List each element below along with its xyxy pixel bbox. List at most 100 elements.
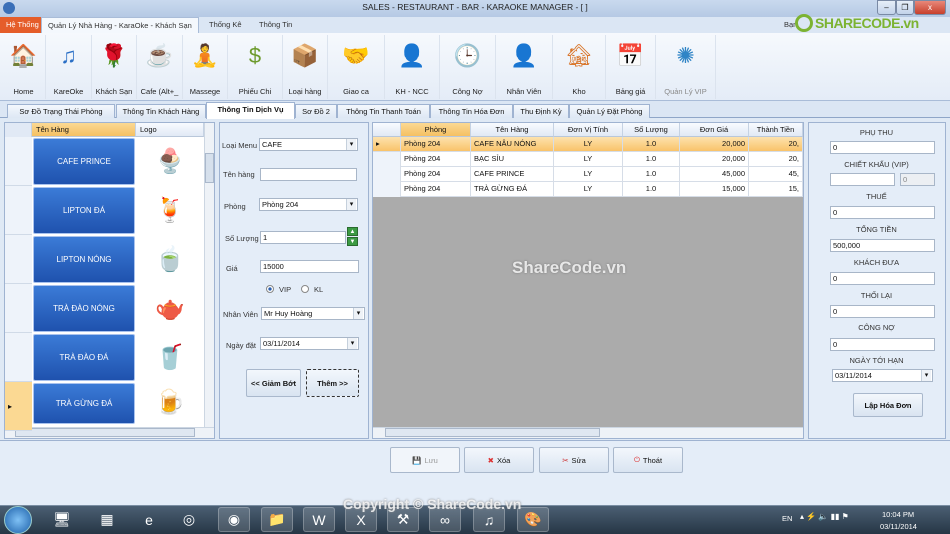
ribbon-button-c-ng-n-[interactable]: 🕒 Công Nợ bbox=[440, 35, 496, 99]
page-tab[interactable]: Thông Tin Thanh Toán bbox=[337, 104, 430, 118]
radio-kl[interactable] bbox=[301, 285, 309, 293]
menu-item-button[interactable]: CAFE PRINCE bbox=[33, 138, 135, 185]
page-tab[interactable]: Thông Tin Khách Hàng bbox=[116, 104, 206, 118]
ribbon-button-massege[interactable]: 🧘 Massege bbox=[183, 35, 228, 99]
clock-time[interactable]: 10:04 PM bbox=[882, 510, 914, 519]
app-icon[interactable] bbox=[3, 2, 15, 14]
column-header[interactable]: Đơn Vị Tính bbox=[554, 123, 623, 137]
them-button[interactable]: Thêm >> bbox=[306, 369, 359, 397]
page-tab[interactable]: Sơ Đồ Trạng Thái Phòng bbox=[7, 104, 115, 118]
menu-tab-management[interactable]: Quản Lý Nhà Hàng - KaraOke - Khách Sạn bbox=[41, 17, 199, 34]
menu-tab-info[interactable]: Thông Tin bbox=[253, 17, 298, 34]
menu-grid-vscrollbar[interactable] bbox=[204, 123, 214, 427]
taskbar-visual-studio-icon[interactable]: ∞ bbox=[429, 507, 461, 532]
clock-date[interactable]: 03/11/2014 bbox=[880, 522, 917, 531]
ngay-dat-datepicker[interactable]: 03/11/2014 bbox=[260, 337, 359, 350]
page-tab[interactable]: Thông Tin Hóa Đơn bbox=[430, 104, 513, 118]
order-row[interactable]: ▸ Phòng 204 CAFE NÂU NÓNG LY 1.0 20,000 20, bbox=[373, 137, 803, 152]
thoi-lai-input[interactable]: 0 bbox=[830, 305, 935, 318]
column-header[interactable]: Đơn Giá bbox=[680, 123, 749, 137]
column-header-ten-hang[interactable]: Tên Hàng bbox=[32, 123, 136, 137]
menu-tab-statistics[interactable]: Thống Kê bbox=[203, 17, 248, 34]
taskbar-excel-icon[interactable]: X bbox=[345, 507, 377, 532]
save-button[interactable]: 💾 Lưu bbox=[390, 447, 460, 473]
edit-button[interactable]: ✂ Sửa bbox=[539, 447, 609, 473]
ribbon-button-phi-u-chi[interactable]: $ Phiếu Chi bbox=[228, 35, 283, 99]
ribbon-button-kareoke[interactable]: ♫ KareOke bbox=[46, 35, 92, 99]
ribbon-button-home[interactable]: 🏠 Home bbox=[2, 35, 46, 99]
ribbon-button-cafe-alt-[interactable]: ☕ Cafe (Alt+_ bbox=[137, 35, 183, 99]
taskbar-word-icon[interactable]: W bbox=[303, 507, 335, 532]
quantity-up-button[interactable]: ▲ bbox=[347, 227, 358, 236]
ngay-toi-han-datepicker[interactable]: 03/11/2014 bbox=[832, 369, 933, 382]
order-row[interactable]: Phòng 204 BẠC SỈU LY 1.0 20,000 20, bbox=[373, 152, 803, 167]
loai-menu-select[interactable]: CAFE bbox=[259, 138, 358, 151]
menu-item-button[interactable]: TRÀ ĐÀO NÓNG bbox=[33, 285, 135, 332]
row-header[interactable] bbox=[5, 235, 32, 284]
page-tab[interactable]: Thông Tin Dịch Vụ bbox=[206, 102, 295, 119]
taskbar-tools-icon[interactable]: ⚒ bbox=[387, 507, 419, 532]
taskbar-paint-icon[interactable]: 🎨 bbox=[517, 507, 549, 532]
tray-icons[interactable]: ▴ ⚡ 🔈 ▮▮ ⚑ bbox=[800, 512, 849, 521]
taskbar-coccoc-icon[interactable]: ◎ bbox=[173, 507, 205, 532]
page-tab[interactable]: Sơ Đồ 2 bbox=[295, 104, 337, 118]
order-row[interactable]: Phòng 204 CAFE PRINCE LY 1.0 45,000 45, bbox=[373, 167, 803, 182]
taskbar-unikey-icon[interactable]: ▦ bbox=[91, 507, 123, 532]
column-header[interactable]: Tên Hàng bbox=[471, 123, 554, 137]
row-header[interactable] bbox=[5, 284, 32, 333]
row-header[interactable] bbox=[5, 333, 32, 382]
taskbar-file-explorer-icon[interactable]: 📁 bbox=[261, 507, 293, 532]
page-tab[interactable]: Thu Định Kỳ bbox=[513, 104, 569, 118]
column-header[interactable]: Phòng bbox=[401, 123, 471, 137]
ten-hang-input[interactable] bbox=[260, 168, 357, 181]
taskbar-itunes-icon[interactable]: ♫ bbox=[473, 507, 505, 532]
taskbar-internet-explorer-icon[interactable]: e bbox=[133, 507, 165, 532]
menu-item-button[interactable]: LIPTON ĐÁ bbox=[33, 187, 135, 234]
row-header[interactable] bbox=[373, 152, 401, 167]
language-indicator[interactable]: EN bbox=[782, 514, 792, 523]
nhan-vien-select[interactable]: Mr Huy Hoàng bbox=[261, 307, 365, 320]
phu-thu-input[interactable]: 0 bbox=[830, 141, 935, 154]
ribbon-button-kh-ch-s-n[interactable]: 🌹 Khách Sạn bbox=[92, 35, 137, 99]
ribbon-button-b-ng-gi-[interactable]: 📅 Bảng giá bbox=[606, 35, 656, 99]
ribbon-button-lo-i-h-ng[interactable]: 📦 Loại hàng bbox=[283, 35, 328, 99]
menu-tab-system[interactable]: Hệ Thống bbox=[0, 17, 45, 34]
column-header[interactable]: Thành Tiền bbox=[749, 123, 803, 137]
restore-button[interactable]: ❐ bbox=[896, 0, 914, 15]
menu-item-button[interactable]: TRÀ ĐÀO ĐÁ bbox=[33, 334, 135, 381]
row-header[interactable] bbox=[5, 137, 32, 186]
chiet-khau-input[interactable] bbox=[830, 173, 895, 186]
close-button[interactable]: x bbox=[914, 0, 946, 15]
tong-tien-input[interactable]: 500,000 bbox=[830, 239, 935, 252]
so-luong-input[interactable]: 1 bbox=[260, 231, 346, 244]
lap-hoa-don-button[interactable]: Lập Hóa Đơn bbox=[853, 393, 923, 417]
menu-item-button[interactable]: TRÀ GỪNG ĐÁ bbox=[33, 383, 135, 424]
khach-dua-input[interactable]: 0 bbox=[830, 272, 935, 285]
row-header[interactable]: ▸ bbox=[5, 382, 32, 431]
start-button[interactable] bbox=[4, 506, 32, 534]
quantity-down-button[interactable]: ▼ bbox=[347, 237, 358, 246]
row-header[interactable] bbox=[5, 186, 32, 235]
order-grid-hscrollbar[interactable] bbox=[373, 427, 803, 438]
ribbon-button-qu-n-l-vip[interactable]: ✺ Quản Lý VIP bbox=[656, 35, 716, 99]
exit-button[interactable]: ⏻ Thoát bbox=[613, 447, 683, 473]
ribbon-button-kh-ncc[interactable]: 👤 KH - NCC bbox=[385, 35, 440, 99]
row-header[interactable]: ▸ bbox=[373, 137, 401, 152]
row-header[interactable] bbox=[373, 182, 401, 197]
delete-button[interactable]: ✖ Xóa bbox=[464, 447, 534, 473]
giam-bot-button[interactable]: << Giảm Bớt bbox=[246, 369, 301, 397]
taskbar-control-panel-icon[interactable]: 🖥 bbox=[46, 507, 78, 532]
taskbar-chrome-icon[interactable]: ◉ bbox=[218, 507, 250, 532]
minimize-button[interactable]: – bbox=[877, 0, 896, 15]
page-tab[interactable]: Quản Lý Đặt Phòng bbox=[569, 104, 650, 118]
ribbon-button-nh-n-vi-n[interactable]: 👤 Nhân Viên bbox=[496, 35, 553, 99]
column-header-logo[interactable]: Logo bbox=[136, 123, 204, 137]
phong-select[interactable]: Phòng 204 bbox=[259, 198, 358, 211]
column-header[interactable]: Số Lượng bbox=[623, 123, 680, 137]
row-header[interactable] bbox=[373, 167, 401, 182]
gia-input[interactable]: 15000 bbox=[260, 260, 359, 273]
ribbon-button-giao-ca[interactable]: 🤝 Giao ca bbox=[328, 35, 385, 99]
order-row[interactable]: Phòng 204 TRÀ GỪNG ĐÁ LY 1.0 15,000 15, bbox=[373, 182, 803, 197]
thue-input[interactable]: 0 bbox=[830, 206, 935, 219]
menu-grid-hscrollbar[interactable] bbox=[5, 427, 214, 438]
